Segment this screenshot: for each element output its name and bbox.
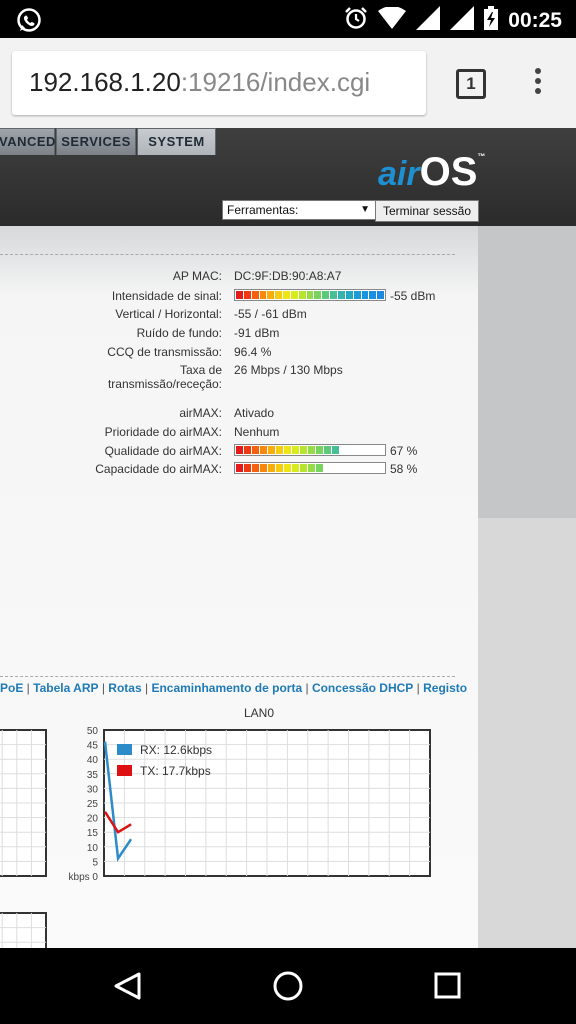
tab-switcher-button[interactable]: 1	[456, 69, 486, 99]
traffic-charts: 50 45 40 35 30 25 20 15 10 5 kbps 0 RX: 12.6kbps TX:…	[0, 726, 431, 948]
signal-icon	[450, 6, 475, 35]
legend-label: RX: 12.6kbps	[140, 743, 212, 757]
left-chart-grid	[0, 729, 47, 877]
y-tick-label: 25	[87, 799, 99, 810]
y-tick-label: 45	[87, 741, 99, 752]
y-tick-label: 10	[87, 843, 99, 854]
signal-icon	[416, 6, 441, 35]
y-tick-label: 50	[87, 726, 99, 737]
browser-toolbar: 192.168.1.20:19216/index.cgi 1	[0, 38, 576, 128]
logo-tm: ™	[477, 152, 486, 161]
url-bar[interactable]: 192.168.1.20:19216/index.cgi	[12, 51, 426, 115]
url-path: :19216/index.cgi	[180, 67, 371, 97]
url-text[interactable]: 192.168.1.20:19216/index.cgi	[29, 67, 370, 98]
y-tick-label: 5	[92, 857, 98, 868]
legend-swatch	[117, 765, 132, 776]
battery-icon	[484, 6, 499, 35]
y-tick-label: 40	[87, 755, 99, 766]
bottom-chart-grid	[0, 912, 47, 948]
bottom-chart-frame	[0, 912, 47, 948]
page-background	[478, 518, 576, 948]
navigation-bar	[0, 948, 576, 1024]
status-bar: 00:25	[0, 0, 576, 38]
alarm-icon	[344, 6, 368, 35]
page-background	[478, 226, 576, 518]
recents-icon[interactable]	[434, 972, 461, 999]
legend-label: TX: 17.7kbps	[140, 764, 211, 778]
back-icon[interactable]	[114, 972, 141, 1000]
menu-icon[interactable]	[533, 68, 543, 98]
y-tick-label: 30	[87, 784, 99, 795]
y-tick-label: 20	[87, 814, 99, 825]
url-host: 192.168.1.20	[29, 67, 181, 97]
clock: 00:25	[508, 8, 562, 32]
home-icon[interactable]	[273, 971, 303, 1001]
y-tick-label: 35	[87, 770, 99, 781]
y-unit-label: kbps 0	[69, 872, 99, 883]
web-content: airOS™ VANCED SERVICES SYSTEM Ferramenta…	[0, 128, 576, 948]
legend-swatch	[117, 744, 132, 755]
y-tick-label: 15	[87, 828, 99, 839]
wifi-icon	[378, 6, 407, 34]
lan0-chart: 50 45 40 35 30 25 20 15 10 5 kbps 0 RX: 12.6kbps TX:…	[69, 726, 431, 883]
whatsapp-icon	[16, 7, 42, 38]
